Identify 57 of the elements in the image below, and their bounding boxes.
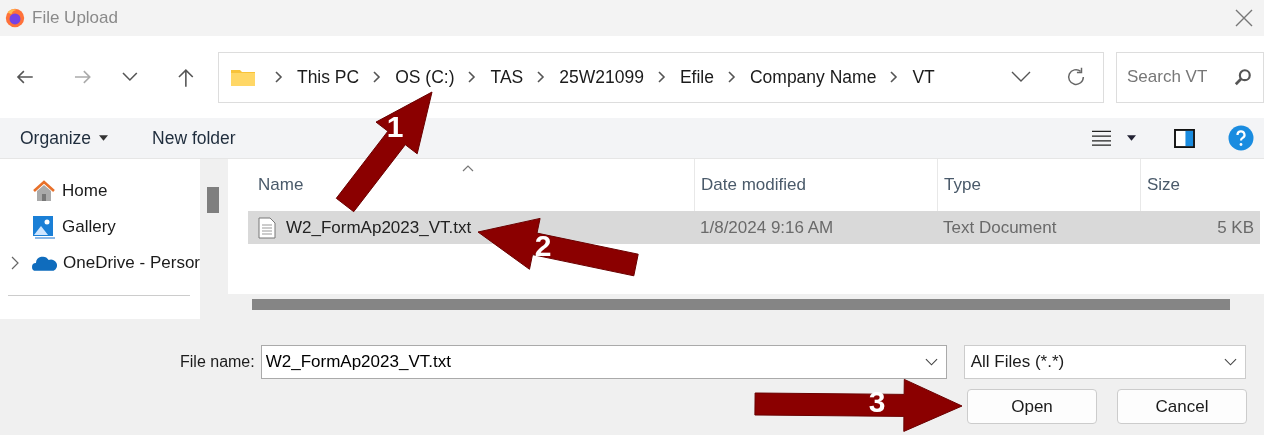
gallery-icon (32, 215, 56, 239)
open-button[interactable]: Open (967, 389, 1097, 424)
chevron-down-icon[interactable] (122, 72, 139, 82)
chevron-right-icon[interactable] (10, 256, 19, 270)
chevron-right-icon (890, 71, 899, 83)
chevron-down-icon (924, 358, 938, 366)
scrollbar-thumb[interactable] (207, 187, 219, 213)
breadcrumb-item[interactable]: 25W21099 (559, 66, 644, 88)
sidebar-item[interactable]: Home (0, 173, 200, 209)
preview-pane-icon[interactable] (1174, 128, 1195, 148)
chevron-right-icon (537, 71, 546, 83)
search-icon (1234, 67, 1252, 86)
callout-number: 1 (386, 110, 404, 143)
breadcrumb-item[interactable]: This PC (296, 66, 360, 88)
browser-logo-icon (4, 7, 26, 29)
breadcrumb-item[interactable]: TAS (490, 66, 524, 88)
chevron-right-icon (373, 71, 382, 83)
caret-icon (99, 135, 108, 141)
organize-button[interactable]: Organize (20, 127, 108, 149)
chevron-right-icon (274, 71, 283, 83)
breadcrumb-item[interactable]: OS (C:) (395, 66, 455, 88)
home-icon (32, 179, 56, 203)
chevron-down-icon (1223, 358, 1237, 366)
folder-icon (230, 68, 255, 86)
breadcrumb-item[interactable]: VT (912, 66, 935, 88)
address-bar[interactable]: This PC OS (C:) TAS 25W21099 Efile Company Name VT (217, 51, 1104, 103)
text-file-icon (258, 216, 276, 239)
file-name-label: File name: (180, 353, 255, 371)
chevron-down-icon[interactable] (1011, 71, 1031, 83)
cloud-icon (31, 254, 57, 272)
refresh-icon[interactable] (1065, 66, 1087, 88)
caret-icon[interactable] (1127, 135, 1136, 141)
window-title: File Upload (32, 8, 118, 28)
cancel-button[interactable]: Cancel (1117, 389, 1247, 424)
sidebar-item[interactable]: Gallery (0, 209, 200, 245)
file-name: W2_FormAp2023_VT.txt (286, 217, 472, 238)
file-name-field[interactable]: W2_FormAp2023_VT.txt (260, 345, 947, 379)
callout-number: 3 (868, 385, 886, 418)
chevron-right-icon (468, 71, 477, 83)
scrollbar-thumb[interactable] (252, 299, 1230, 310)
table-cell-text: 5 KB (1216, 217, 1255, 238)
table-cell-text: 1/8/2024 9:16 AM (699, 217, 835, 238)
sidebar-item[interactable]: OneDrive - Persor (0, 245, 200, 281)
sort-up-icon (462, 165, 474, 172)
file-type-dropdown[interactable]: All Files (*.*) (963, 345, 1246, 379)
column-header[interactable]: Name (252, 159, 694, 211)
search-field[interactable]: Search VT (1116, 51, 1264, 103)
chevron-right-icon (727, 71, 736, 83)
up-arrow-icon[interactable] (176, 66, 196, 88)
breadcrumb-item[interactable]: Efile (679, 66, 714, 88)
close-icon[interactable] (1234, 8, 1254, 28)
chevron-right-icon (657, 71, 666, 83)
breadcrumb-item[interactable]: Company Name (749, 66, 877, 88)
view-list-icon[interactable] (1092, 130, 1111, 146)
help-icon[interactable] (1228, 125, 1254, 151)
table-cell-text: Text Document (942, 217, 1058, 238)
new-folder-button[interactable]: New folder (152, 127, 236, 149)
